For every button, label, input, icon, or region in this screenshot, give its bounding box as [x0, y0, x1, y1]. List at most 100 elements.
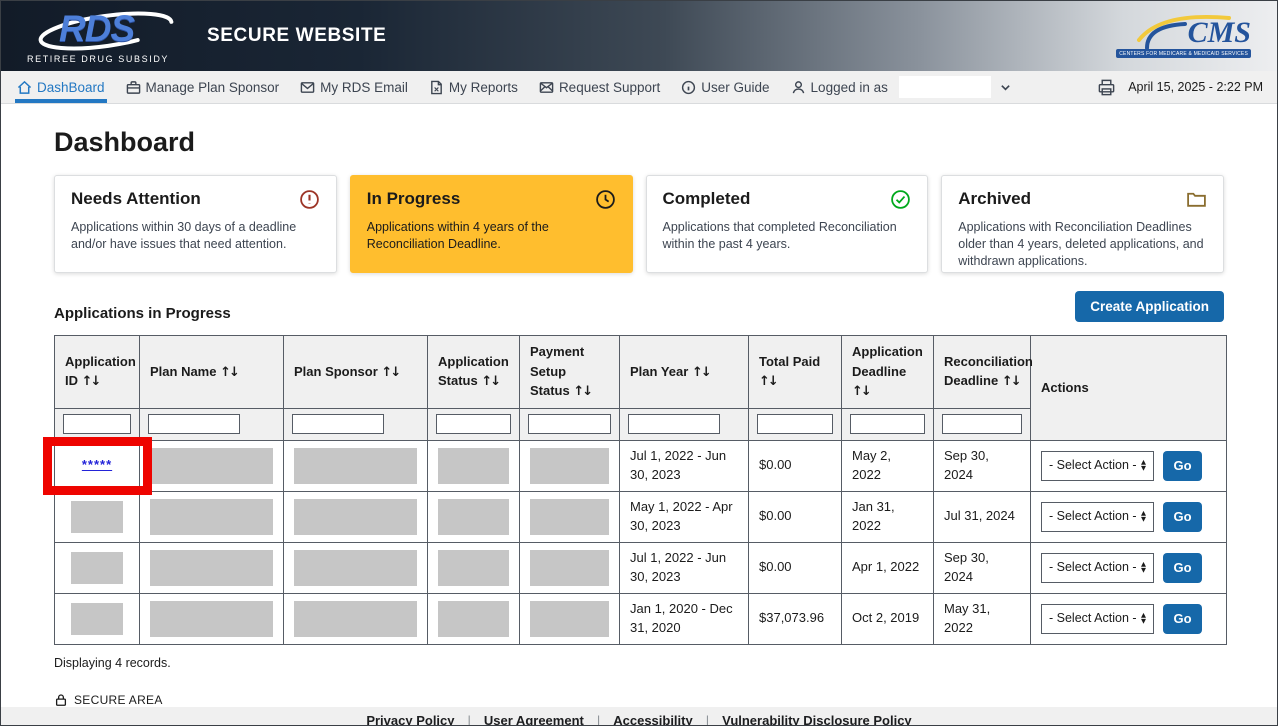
filter-plan-name[interactable] [148, 414, 240, 434]
info-icon [681, 80, 696, 95]
site-title: SECURE WEBSITE [207, 25, 386, 47]
chevron-down-icon[interactable] [1000, 82, 1011, 93]
redacted-application-status [438, 601, 509, 637]
total-paid-cell: $0.00 [749, 542, 842, 593]
nav-item-my-rds-email[interactable]: My RDS Email [298, 71, 410, 103]
redacted-payment-setup-status [530, 550, 609, 586]
filter-total-paid[interactable] [757, 414, 833, 434]
sort-icon[interactable]: ↑↓ [1002, 374, 1020, 389]
column-reconciliation-deadline[interactable]: Reconciliation Deadline ↑↓ [934, 336, 1031, 409]
column-application-status[interactable]: Application Status ↑↓ [428, 336, 520, 409]
nav-utilities: April 15, 2025 - 2:22 PM [1097, 71, 1263, 103]
column-application-deadline[interactable]: Application Deadline ↑↓ [842, 336, 934, 409]
column-plan-year[interactable]: Plan Year ↑↓ [620, 336, 749, 409]
footer-link-accessibility[interactable]: Accessibility [613, 713, 693, 726]
filter-application-id[interactable] [63, 414, 131, 434]
select-action-dropdown[interactable]: - Select Action - ▲▼ [1041, 553, 1154, 583]
redacted-plan-sponsor [294, 499, 417, 535]
logged-in-username-redacted [899, 76, 991, 98]
column-plan-name[interactable]: Plan Name ↑↓ [140, 336, 284, 409]
footer-link-user-agreement[interactable]: User Agreement [484, 713, 584, 726]
redacted-plan-name [150, 601, 273, 637]
redacted-payment-setup-status [530, 448, 609, 484]
sort-icon[interactable]: ↑↓ [692, 365, 710, 380]
card-description: Applications within 30 days of a deadlin… [71, 219, 320, 253]
rds-logo-tagline: RETIREE DRUG SUBSIDY [27, 54, 169, 64]
sort-icon[interactable]: ↑↓ [573, 384, 591, 399]
go-button[interactable]: Go [1163, 502, 1202, 532]
redacted-plan-sponsor [294, 601, 417, 637]
redacted-plan-name [150, 550, 273, 586]
nav-item-my-reports[interactable]: My Reports [427, 71, 520, 103]
redacted-application-status [438, 550, 509, 586]
reconciliation-deadline-cell: May 31, 2022 [934, 593, 1031, 644]
application-deadline-cell: Apr 1, 2022 [842, 542, 934, 593]
card-description: Applications that completed Reconciliati… [663, 219, 912, 253]
print-icon[interactable] [1097, 78, 1116, 97]
card-archived[interactable]: Archived Applications with Reconciliatio… [941, 175, 1224, 273]
select-action-dropdown[interactable]: - Select Action - ▲▼ [1041, 502, 1154, 532]
filter-plan-year[interactable] [628, 414, 720, 434]
footer-link-vulnerability-disclosure[interactable]: Vulnerability Disclosure Policy [722, 713, 912, 726]
cms-logo: CMS CENTERS FOR MEDICARE & MEDICAID SERV… [1133, 10, 1251, 62]
current-datetime: April 15, 2025 - 2:22 PM [1128, 80, 1263, 94]
filter-application-deadline[interactable] [850, 414, 925, 434]
card-title: Archived [958, 189, 1031, 209]
filter-application-status[interactable] [436, 414, 511, 434]
card-description: Applications with Reconciliation Deadlin… [958, 219, 1207, 270]
nav-item-request-support[interactable]: Request Support [537, 71, 662, 103]
reconciliation-deadline-cell: Jul 31, 2024 [934, 491, 1031, 542]
go-button[interactable]: Go [1163, 451, 1202, 481]
column-total-paid[interactable]: Total Paid ↑↓ [749, 336, 842, 409]
secure-area-label: SECURE AREA [74, 693, 163, 707]
go-button[interactable]: Go [1163, 604, 1202, 634]
table-row: Jul 1, 2022 - Jun 30, 2023 $0.00 Apr 1, … [55, 542, 1227, 593]
applications-table: Application ID ↑↓ Plan Name ↑↓ Plan Spon… [54, 335, 1227, 645]
nav-item-user-guide[interactable]: User Guide [679, 71, 771, 103]
column-plan-sponsor[interactable]: Plan Sponsor ↑↓ [284, 336, 428, 409]
envelope-icon [300, 80, 315, 95]
nav-item-label: Logged in as [811, 80, 888, 95]
redacted-payment-setup-status [530, 601, 609, 637]
redacted-application-status [438, 499, 509, 535]
card-in-progress[interactable]: In Progress Applications within 4 years … [350, 175, 633, 273]
create-application-button[interactable]: Create Application [1075, 291, 1224, 322]
sort-icon[interactable]: ↑↓ [82, 374, 100, 389]
report-icon [429, 80, 444, 95]
sort-icon[interactable]: ↑↓ [381, 365, 399, 380]
sort-icon[interactable]: ↑↓ [852, 384, 870, 399]
filter-reconciliation-deadline[interactable] [942, 414, 1022, 434]
footer-link-privacy-policy[interactable]: Privacy Policy [366, 713, 454, 726]
column-application-id[interactable]: Application ID ↑↓ [55, 336, 140, 409]
column-payment-setup-status[interactable]: Payment Setup Status ↑↓ [520, 336, 620, 409]
nav-item-manage-plan-sponsor[interactable]: Manage Plan Sponsor [124, 71, 282, 103]
plan-year-cell: Jul 1, 2022 - Jun 30, 2023 [620, 440, 749, 491]
go-button[interactable]: Go [1163, 553, 1202, 583]
total-paid-cell: $0.00 [749, 491, 842, 542]
filter-plan-sponsor[interactable] [292, 414, 384, 434]
nav-item-logged-in-as[interactable]: Logged in as [789, 71, 1013, 103]
sort-icon[interactable]: ↑↓ [220, 365, 238, 380]
lock-icon [54, 693, 68, 707]
check-circle-icon [890, 189, 911, 210]
sort-icon[interactable]: ↑↓ [759, 374, 777, 389]
sort-icon[interactable]: ↑↓ [481, 374, 499, 389]
nav-item-dashboard[interactable]: DashBoard [15, 71, 107, 103]
redacted-application-id [71, 603, 123, 635]
alert-circle-icon [299, 189, 320, 210]
card-completed[interactable]: Completed Applications that completed Re… [646, 175, 929, 273]
card-needs-attention[interactable]: Needs Attention Applications within 30 d… [54, 175, 337, 273]
card-title: Needs Attention [71, 189, 201, 209]
select-action-dropdown[interactable]: - Select Action - ▲▼ [1041, 451, 1154, 481]
records-count: Displaying 4 records. [54, 656, 1224, 670]
status-cards: Needs Attention Applications within 30 d… [54, 175, 1224, 273]
filter-payment-setup-status[interactable] [528, 414, 611, 434]
select-action-dropdown[interactable]: - Select Action - ▲▼ [1041, 604, 1154, 634]
nav-item-label: User Guide [701, 80, 769, 95]
application-id-link[interactable]: ***** [82, 457, 112, 472]
folder-icon [1186, 189, 1207, 210]
support-envelope-icon [539, 80, 554, 95]
table-header-row: Applications in Progress Create Applicat… [54, 291, 1224, 322]
table-row: Jan 1, 2020 - Dec 31, 2020 $37,073.96 Oc… [55, 593, 1227, 644]
footer: Privacy Policy | User Agreement | Access… [1, 707, 1277, 726]
